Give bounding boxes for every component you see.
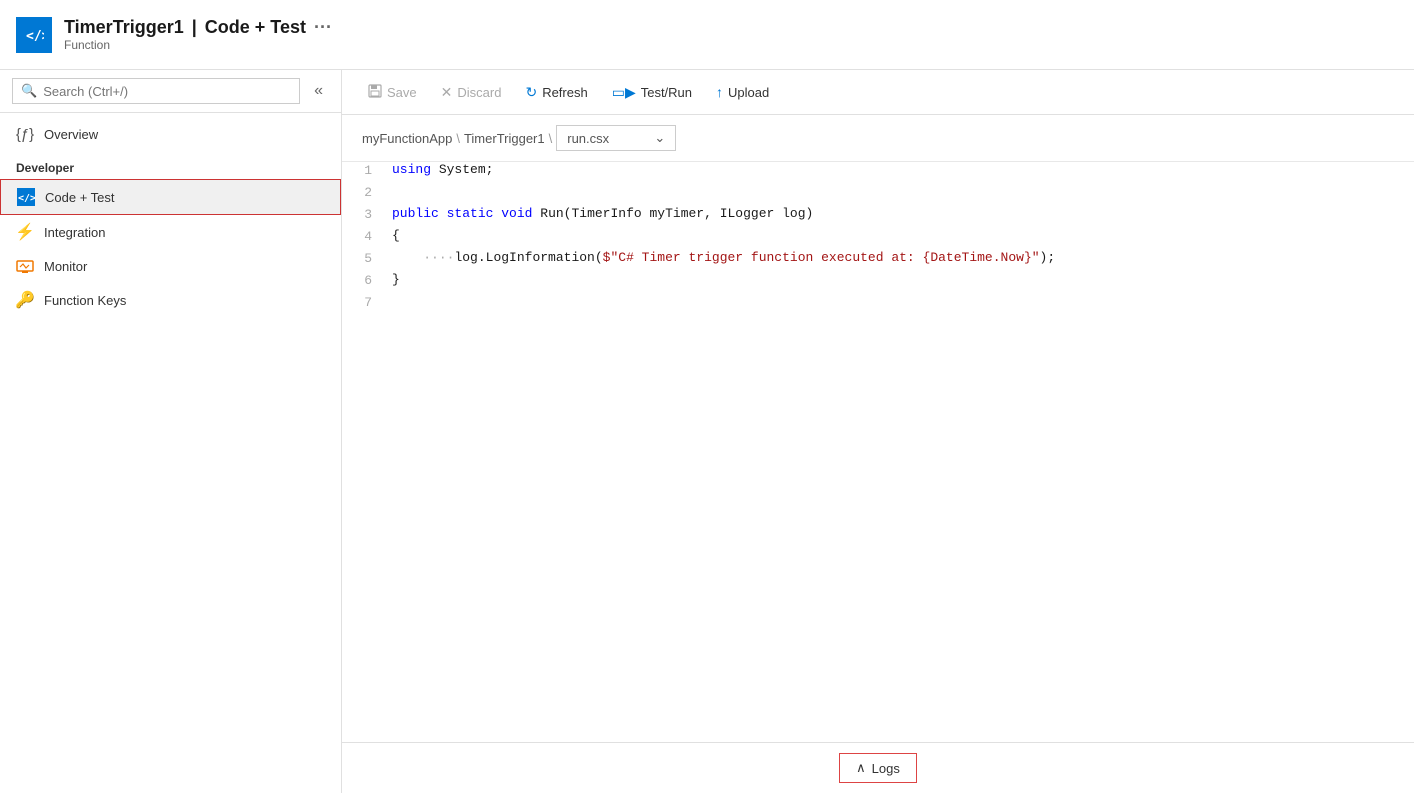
logs-button[interactable]: ∧ Logs	[839, 753, 917, 783]
breadcrumb-sep1: \	[456, 131, 460, 146]
svg-text:</>: </>	[18, 193, 35, 204]
save-label: Save	[387, 85, 417, 100]
logs-chevron-icon: ∧	[856, 760, 866, 776]
developer-section-label: Developer	[0, 151, 341, 179]
save-button[interactable]: Save	[358, 79, 427, 106]
code-line-7: 7	[342, 294, 1414, 316]
upload-button[interactable]: ↑ Upload	[706, 79, 779, 105]
monitor-icon	[16, 257, 34, 275]
sidebar-item-overview[interactable]: {ƒ} Overview	[0, 117, 341, 151]
save-icon	[368, 84, 382, 101]
line-number-7: 7	[342, 294, 392, 310]
refresh-button[interactable]: ↻ Refresh	[515, 79, 597, 106]
sidebar-code-test-label: Code + Test	[45, 190, 115, 205]
search-input[interactable]	[43, 84, 291, 99]
code-test-icon: </>	[17, 188, 35, 206]
refresh-icon: ↻	[525, 84, 537, 101]
toolbar: Save ✕ Discard ↻ Refresh ▭▶ Test/Run ↑ U…	[342, 70, 1414, 115]
test-run-label: Test/Run	[641, 85, 692, 100]
file-selector-dropdown[interactable]: run.csx ⌄	[556, 125, 676, 151]
current-file: run.csx	[567, 131, 609, 146]
code-line-5: 5 ····log.LogInformation($"C# Timer trig…	[342, 250, 1414, 272]
search-icon: 🔍	[21, 83, 37, 99]
sidebar-item-monitor[interactable]: Monitor	[0, 249, 341, 283]
collapse-sidebar-button[interactable]: «	[308, 80, 329, 102]
test-run-button[interactable]: ▭▶ Test/Run	[602, 79, 702, 106]
line-content-3: public static void Run(TimerInfo myTimer…	[392, 206, 1414, 221]
logs-footer: ∧ Logs	[342, 742, 1414, 793]
header-ellipsis-button[interactable]: ···	[314, 17, 332, 38]
test-run-icon: ▭▶	[612, 84, 636, 101]
code-line-3: 3 public static void Run(TimerInfo myTim…	[342, 206, 1414, 228]
page-mode: Code + Test	[205, 17, 306, 38]
title-separator: |	[192, 17, 197, 38]
sidebar-item-code-test[interactable]: </> Code + Test	[0, 179, 341, 215]
line-number-3: 3	[342, 206, 392, 222]
code-line-6: 6 }	[342, 272, 1414, 294]
search-wrapper[interactable]: 🔍	[12, 78, 300, 104]
sidebar-monitor-label: Monitor	[44, 259, 87, 274]
resource-type: Function	[64, 38, 332, 52]
function-keys-icon: 🔑	[16, 291, 34, 309]
upload-icon: ↑	[716, 84, 723, 100]
line-content-4: {	[392, 228, 1414, 243]
breadcrumb-function: TimerTrigger1	[464, 131, 545, 146]
line-number-2: 2	[342, 184, 392, 200]
code-line-2: 2	[342, 184, 1414, 206]
breadcrumb-app: myFunctionApp	[362, 131, 452, 146]
line-content-1: using System;	[392, 162, 1414, 177]
sidebar-integration-label: Integration	[44, 225, 105, 240]
breadcrumb: myFunctionApp \ TimerTrigger1 \ run.csx …	[342, 115, 1414, 162]
page-header: </> TimerTrigger1 | Code + Test ··· Func…	[0, 0, 1414, 70]
line-number-1: 1	[342, 162, 392, 178]
line-number-4: 4	[342, 228, 392, 244]
discard-icon: ✕	[441, 84, 453, 101]
line-content-6: }	[392, 272, 1414, 287]
sidebar-item-integration[interactable]: ⚡ Integration	[0, 215, 341, 249]
line-content-5: ····log.LogInformation($"C# Timer trigge…	[392, 250, 1414, 265]
code-editor[interactable]: 1 using System; 2 3 public static void R…	[342, 162, 1414, 742]
header-title-main: TimerTrigger1 | Code + Test ···	[64, 17, 332, 38]
sidebar-navigation: {ƒ} Overview Developer </> Code + Test ⚡…	[0, 113, 341, 321]
sidebar-search-bar: 🔍 «	[0, 70, 341, 113]
dropdown-chevron-icon: ⌄	[654, 130, 665, 146]
sidebar-function-keys-label: Function Keys	[44, 293, 126, 308]
content-area: Save ✕ Discard ↻ Refresh ▭▶ Test/Run ↑ U…	[342, 70, 1414, 793]
logs-label: Logs	[872, 761, 900, 776]
sidebar: 🔍 « {ƒ} Overview Developer </>	[0, 70, 342, 793]
overview-icon: {ƒ}	[16, 125, 34, 143]
discard-button[interactable]: ✕ Discard	[431, 79, 512, 106]
integration-icon: ⚡	[16, 223, 34, 241]
line-number-5: 5	[342, 250, 392, 266]
upload-label: Upload	[728, 85, 769, 100]
refresh-label: Refresh	[542, 85, 588, 100]
header-title-block: TimerTrigger1 | Code + Test ··· Function	[64, 17, 332, 52]
sidebar-item-function-keys[interactable]: 🔑 Function Keys	[0, 283, 341, 317]
discard-label: Discard	[457, 85, 501, 100]
sidebar-overview-label: Overview	[44, 127, 98, 142]
main-layout: 🔍 « {ƒ} Overview Developer </>	[0, 70, 1414, 793]
app-icon: </>	[16, 17, 52, 53]
line-number-6: 6	[342, 272, 392, 288]
code-line-1: 1 using System;	[342, 162, 1414, 184]
svg-text:</>: </>	[26, 29, 44, 44]
code-line-4: 4 {	[342, 228, 1414, 250]
breadcrumb-sep2: \	[549, 131, 553, 146]
function-name: TimerTrigger1	[64, 17, 184, 38]
